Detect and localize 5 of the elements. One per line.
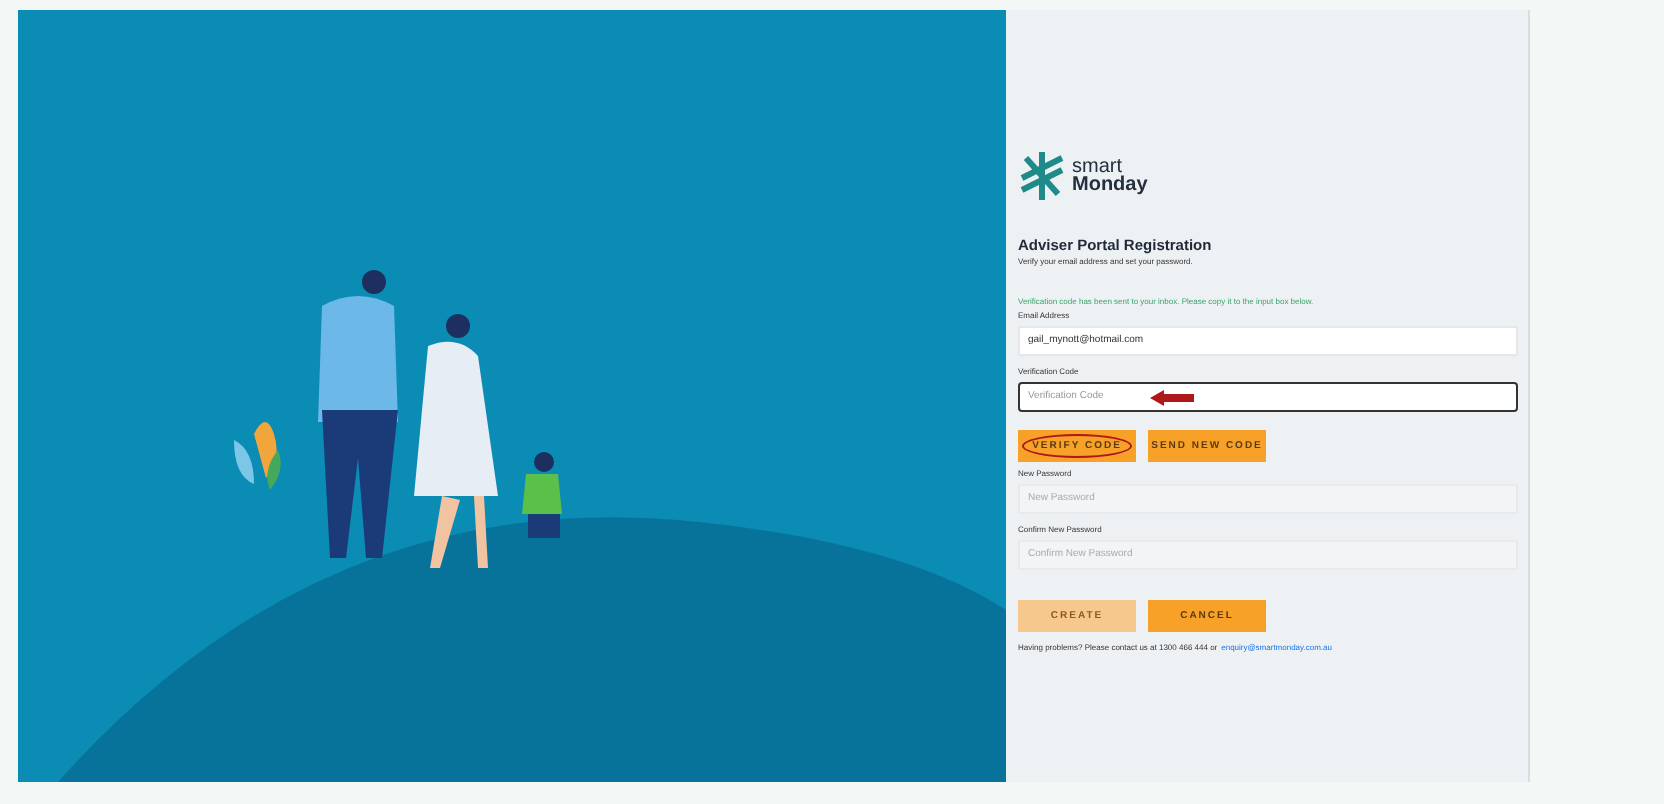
- logo-icon: [1018, 150, 1066, 202]
- arrow-annotation: [1150, 390, 1194, 407]
- logo-text: Monday: [1072, 176, 1148, 194]
- circle-annotation: [1022, 434, 1132, 459]
- logo-text: smart: [1072, 158, 1122, 176]
